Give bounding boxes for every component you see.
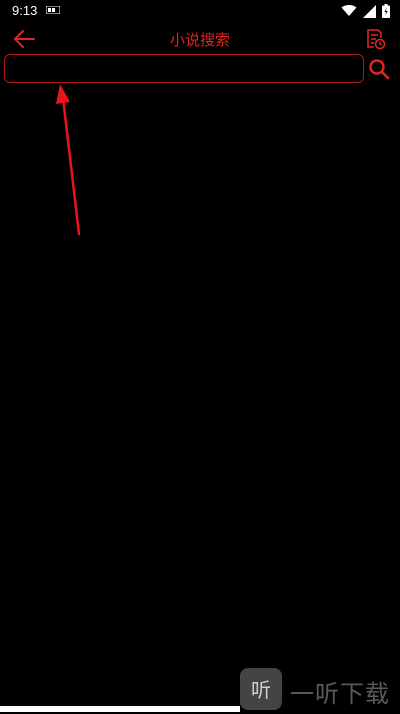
status-time: 9:13: [12, 3, 38, 18]
page-title: 小说搜索: [169, 31, 230, 49]
watermark-logo-icon: 听: [240, 668, 282, 710]
notification-icon: [46, 6, 60, 14]
search-icon[interactable]: [368, 58, 390, 80]
watermark-text: 一听下载: [290, 680, 390, 708]
search-input[interactable]: [4, 54, 364, 83]
watermark: 听 一听下载: [240, 666, 400, 712]
back-arrow-icon[interactable]: [12, 28, 36, 50]
signal-icon: [363, 4, 376, 18]
red-arrow-icon: [56, 84, 81, 236]
battery-icon: [382, 4, 390, 18]
app-header: 小说搜索: [0, 24, 400, 54]
wifi-icon: [341, 5, 357, 17]
watermark-logo-glyph: 听: [251, 678, 271, 702]
bottom-strip: [0, 706, 240, 712]
history-icon[interactable]: [364, 28, 386, 50]
status-icons: [341, 4, 390, 18]
status-bar: 9:13: [0, 0, 400, 24]
